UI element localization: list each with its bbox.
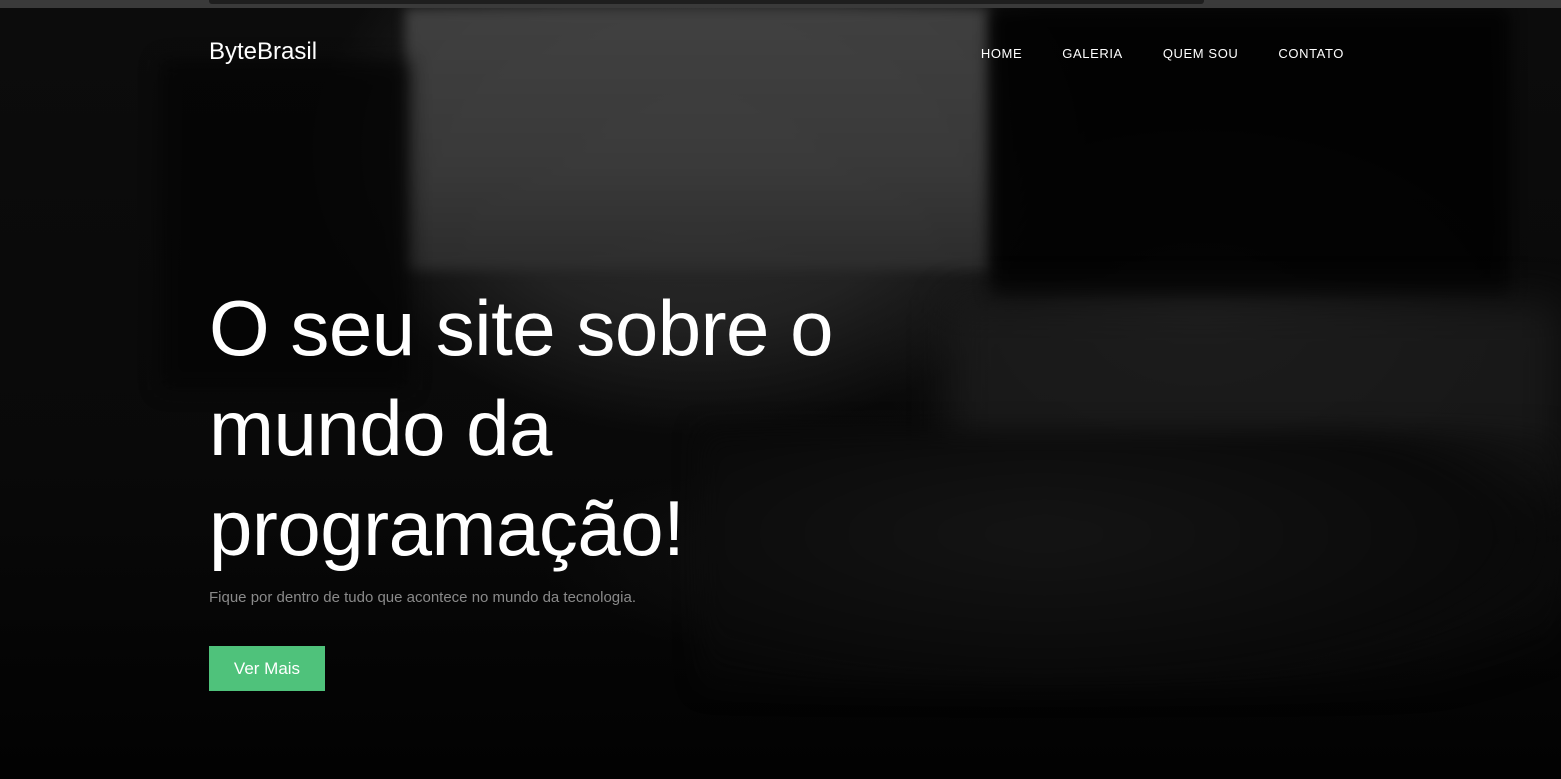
- background-window-light: [405, 8, 990, 270]
- nav-item-contato[interactable]: CONTATO: [1278, 46, 1344, 61]
- brand-logo-link[interactable]: ByteBrasil: [209, 38, 317, 66]
- hero-subtitle: Fique por dentro de tudo que acontece no…: [209, 589, 636, 606]
- nav-item-quem-sou[interactable]: QUEM SOU: [1163, 46, 1239, 61]
- browser-top-strip: [0, 0, 1561, 8]
- main-nav: HOME GALERIA QUEM SOU CONTATO: [981, 46, 1344, 61]
- nav-item-galeria[interactable]: GALERIA: [1062, 46, 1123, 61]
- top-strip-inner: [209, 0, 1204, 4]
- nav-item-home[interactable]: HOME: [981, 46, 1022, 61]
- page: ByteBrasil HOME GALERIA QUEM SOU CONTATO…: [0, 0, 1561, 779]
- hero-title: O seu site sobre o mundo da programação!: [209, 284, 834, 572]
- ver-mais-button[interactable]: Ver Mais: [209, 646, 325, 691]
